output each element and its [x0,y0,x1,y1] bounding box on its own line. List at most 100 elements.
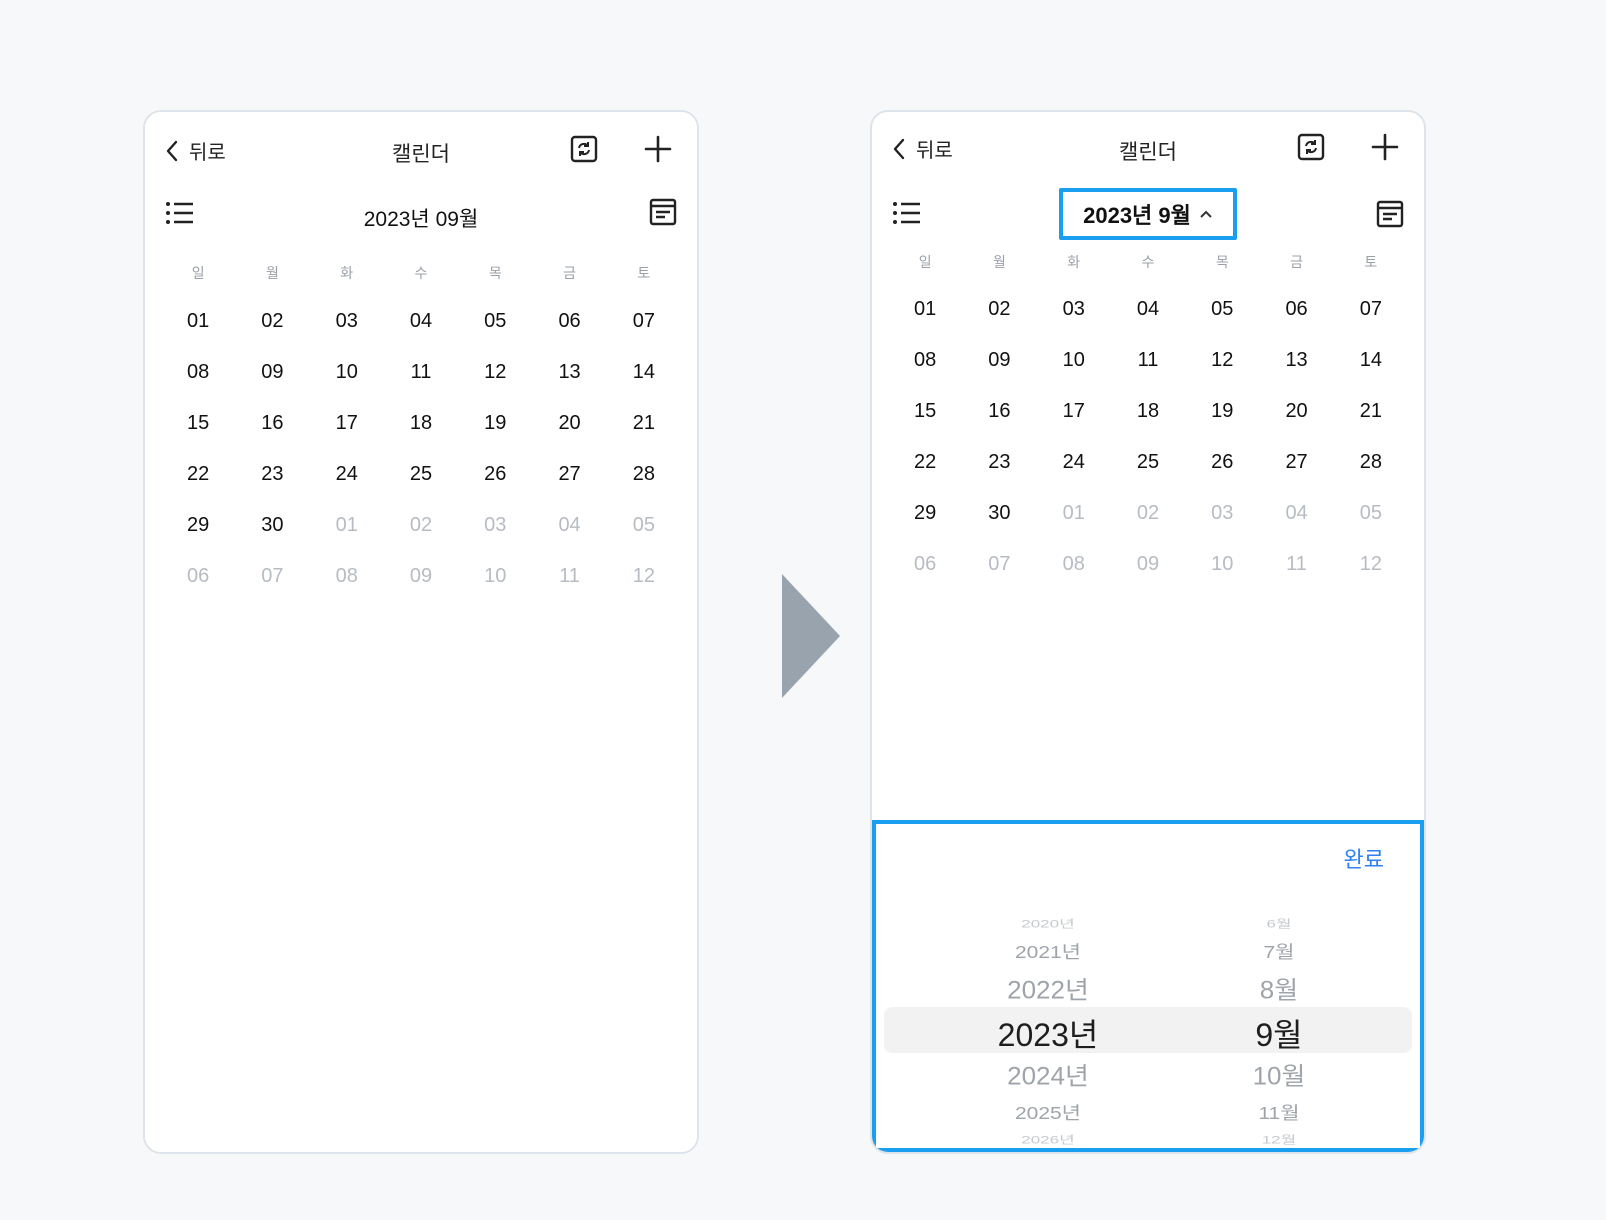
day-cell[interactable]: 17 [1037,386,1111,437]
day-cell-other-month[interactable]: 03 [458,500,532,551]
day-cell[interactable]: 28 [1334,437,1408,488]
day-cell[interactable]: 24 [1037,437,1111,488]
day-cell-other-month[interactable]: 08 [1037,539,1111,590]
day-cell[interactable]: 03 [310,296,384,347]
day-cell[interactable]: 08 [888,335,962,386]
day-cell-other-month[interactable]: 09 [1111,539,1185,590]
calendar-view-icon[interactable] [649,198,677,226]
year-option[interactable]: 2025년 [928,1099,1168,1125]
sync-icon[interactable] [569,134,599,164]
day-cell[interactable]: 26 [1185,437,1259,488]
year-wheel[interactable]: 2020년 2021년 2022년 2023년 2024년 2025년 2026년 [928,824,1168,1148]
day-cell[interactable]: 01 [161,296,235,347]
day-cell[interactable]: 15 [888,386,962,437]
day-cell[interactable]: 13 [1259,335,1333,386]
day-cell[interactable]: 30 [235,500,309,551]
month-label[interactable]: 2023년 09월 [145,203,697,233]
day-cell[interactable]: 18 [1111,386,1185,437]
month-option[interactable]: 11월 [1194,1099,1364,1125]
day-cell-other-month[interactable]: 02 [384,500,458,551]
day-cell[interactable]: 19 [1185,386,1259,437]
year-option[interactable]: 2024년 [928,1057,1168,1092]
day-cell[interactable]: 12 [1185,335,1259,386]
day-cell[interactable]: 20 [1259,386,1333,437]
day-cell[interactable]: 07 [607,296,681,347]
day-cell[interactable]: 08 [161,347,235,398]
day-cell[interactable]: 06 [1259,284,1333,335]
day-cell[interactable]: 30 [962,488,1036,539]
day-cell[interactable]: 29 [161,500,235,551]
day-cell-other-month[interactable]: 11 [532,551,606,602]
day-cell-other-month[interactable]: 07 [962,539,1036,590]
day-cell[interactable]: 25 [1111,437,1185,488]
year-option[interactable]: 2026년 [928,1130,1168,1146]
plus-icon[interactable] [643,134,673,164]
day-cell[interactable]: 24 [310,449,384,500]
day-cell[interactable]: 15 [161,398,235,449]
day-cell[interactable]: 14 [607,347,681,398]
day-cell-other-month[interactable]: 04 [532,500,606,551]
day-cell[interactable]: 11 [384,347,458,398]
day-cell[interactable]: 02 [962,284,1036,335]
month-option[interactable]: 9월 [1194,1010,1364,1056]
day-cell[interactable]: 16 [235,398,309,449]
day-cell[interactable]: 23 [962,437,1036,488]
day-cell[interactable]: 06 [532,296,606,347]
year-option[interactable]: 2023년 [928,1010,1168,1056]
month-option[interactable]: 12월 [1194,1130,1364,1146]
day-cell-other-month[interactable]: 02 [1111,488,1185,539]
day-cell-other-month[interactable]: 05 [607,500,681,551]
list-icon[interactable] [892,200,922,226]
day-cell[interactable]: 07 [1334,284,1408,335]
day-cell[interactable]: 28 [607,449,681,500]
day-cell[interactable]: 10 [310,347,384,398]
day-cell[interactable]: 23 [235,449,309,500]
day-cell[interactable]: 10 [1037,335,1111,386]
year-option[interactable]: 2022년 [928,971,1168,1006]
day-cell[interactable]: 04 [1111,284,1185,335]
day-cell-other-month[interactable]: 10 [1185,539,1259,590]
day-cell[interactable]: 03 [1037,284,1111,335]
day-cell-other-month[interactable]: 01 [310,500,384,551]
year-option[interactable]: 2020년 [928,914,1168,930]
day-cell[interactable]: 29 [888,488,962,539]
day-cell-other-month[interactable]: 06 [888,539,962,590]
day-cell[interactable]: 25 [384,449,458,500]
day-cell[interactable]: 09 [962,335,1036,386]
day-cell[interactable]: 14 [1334,335,1408,386]
day-cell-other-month[interactable]: 05 [1334,488,1408,539]
day-cell-other-month[interactable]: 12 [1334,539,1408,590]
day-cell[interactable]: 18 [384,398,458,449]
day-cell[interactable]: 27 [1259,437,1333,488]
month-option[interactable]: 6월 [1194,914,1364,930]
day-cell-other-month[interactable]: 09 [384,551,458,602]
month-selector[interactable]: 2023년 9월 [1059,188,1237,240]
day-cell-other-month[interactable]: 01 [1037,488,1111,539]
day-cell-other-month[interactable]: 07 [235,551,309,602]
day-cell[interactable]: 05 [458,296,532,347]
day-cell[interactable]: 16 [962,386,1036,437]
day-cell[interactable]: 21 [1334,386,1408,437]
day-cell[interactable]: 21 [607,398,681,449]
plus-icon[interactable] [1370,132,1400,162]
day-cell-other-month[interactable]: 04 [1259,488,1333,539]
day-cell[interactable]: 12 [458,347,532,398]
day-cell[interactable]: 11 [1111,335,1185,386]
day-cell[interactable]: 17 [310,398,384,449]
day-cell[interactable]: 04 [384,296,458,347]
day-cell[interactable]: 05 [1185,284,1259,335]
day-cell-other-month[interactable]: 06 [161,551,235,602]
day-cell-other-month[interactable]: 12 [607,551,681,602]
day-cell[interactable]: 13 [532,347,606,398]
year-option[interactable]: 2021년 [928,938,1168,964]
month-option[interactable]: 7월 [1194,938,1364,964]
day-cell-other-month[interactable]: 08 [310,551,384,602]
day-cell[interactable]: 22 [161,449,235,500]
day-cell[interactable]: 27 [532,449,606,500]
day-cell-other-month[interactable]: 10 [458,551,532,602]
sync-icon[interactable] [1296,132,1326,162]
month-option[interactable]: 10월 [1194,1057,1364,1092]
day-cell[interactable]: 09 [235,347,309,398]
month-option[interactable]: 8월 [1194,971,1364,1006]
day-cell-other-month[interactable]: 11 [1259,539,1333,590]
